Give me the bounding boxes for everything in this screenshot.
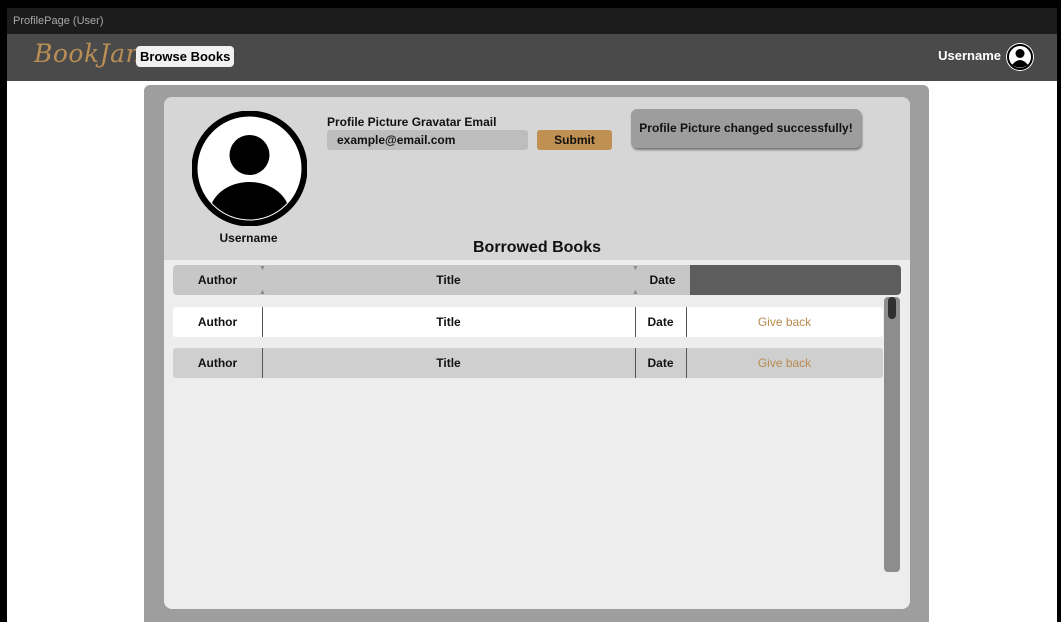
- cell-author: Author: [197, 356, 238, 370]
- submit-button[interactable]: Submit: [537, 130, 612, 150]
- profile-header: Username Profile Picture Gravatar Email …: [164, 97, 910, 260]
- cell-date: Date: [647, 315, 674, 329]
- profile-panel: Username Profile Picture Gravatar Email …: [144, 85, 929, 622]
- borrowed-table-header: Author Title Date ▼ ▲ ▼ ▲: [173, 265, 901, 296]
- scrollbar-thumb[interactable]: [888, 297, 896, 319]
- column-header-title[interactable]: Title: [262, 265, 635, 295]
- brand-logo[interactable]: BookJam: [34, 39, 150, 68]
- cell-author: Author: [197, 315, 238, 329]
- gravatar-email-input[interactable]: [327, 130, 528, 150]
- user-circle-icon: [192, 111, 307, 226]
- email-label: Profile Picture Gravatar Email: [327, 115, 497, 129]
- profile-card: Username Profile Picture Gravatar Email …: [164, 97, 910, 609]
- success-toast: Profile Picture changed successfully!: [631, 109, 861, 148]
- user-circle-icon[interactable]: [1006, 43, 1034, 71]
- cell-title: Title: [436, 315, 461, 329]
- table-row: Author Title Date Give back: [173, 348, 883, 378]
- give-back-button[interactable]: Give back: [686, 307, 883, 337]
- sort-down-icon[interactable]: ▲: [632, 289, 639, 296]
- borrowed-books-title: Borrowed Books: [472, 239, 601, 256]
- table-scrollbar[interactable]: [884, 297, 900, 572]
- window-title: ProfilePage (User): [7, 8, 1057, 34]
- sort-up-icon[interactable]: ▼: [259, 265, 266, 272]
- browse-books-button[interactable]: Browse Books: [136, 46, 235, 67]
- cell-date: Date: [647, 356, 674, 370]
- table-row: Author Title Date Give back: [173, 307, 883, 337]
- app-window: ProfilePage (User) BookJam Browse Books …: [7, 8, 1057, 622]
- column-header-author[interactable]: Author: [173, 265, 262, 295]
- header-bg-dark: [690, 265, 901, 295]
- navbar-username[interactable]: Username: [938, 48, 1001, 63]
- column-header-date[interactable]: Date: [635, 265, 690, 295]
- cell-title: Title: [436, 356, 461, 370]
- sort-up-icon[interactable]: ▼: [632, 265, 639, 272]
- top-navbar: BookJam Browse Books Username: [7, 34, 1057, 81]
- give-back-button[interactable]: Give back: [686, 348, 883, 378]
- sort-down-icon[interactable]: ▲: [259, 289, 266, 296]
